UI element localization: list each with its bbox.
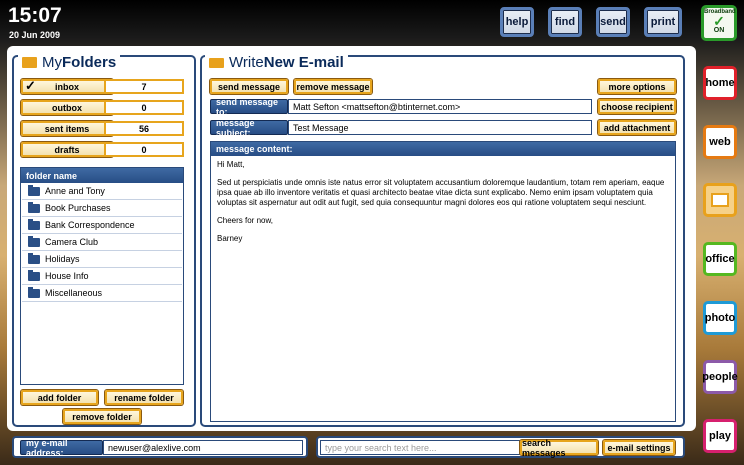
folder-icon (28, 286, 40, 298)
sent-count: 56 (104, 121, 184, 136)
rename-folder-button[interactable]: rename folder (105, 390, 183, 405)
subject-field[interactable]: Test Message (288, 120, 592, 135)
outbox-count: 0 (104, 100, 184, 115)
folder-icon (22, 57, 37, 68)
remove-folder-button[interactable]: remove folder (63, 409, 141, 424)
folder-item-label: Anne and Tony (45, 186, 105, 196)
nav-home-button[interactable]: home (703, 66, 737, 100)
nav-photo-button[interactable]: photo (703, 301, 737, 335)
more-options-button[interactable]: more options (598, 79, 676, 94)
folders-title-prefix: My (42, 54, 62, 71)
folder-item[interactable]: Camera Club (22, 234, 182, 251)
clock-date: 20 Jun 2009 (9, 30, 61, 40)
folder-icon (28, 252, 40, 264)
broadband-status[interactable]: Broadband ✓ ON (701, 5, 737, 41)
compose-title: New E-mail (263, 54, 344, 71)
folder-icon (28, 269, 40, 281)
add-folder-button[interactable]: add folder (21, 390, 98, 405)
folder-icon (28, 235, 40, 247)
email-address-label: my e-mail address: (20, 438, 103, 458)
broadband-state: ON (713, 27, 725, 34)
nav-play-button[interactable]: play (703, 419, 737, 453)
email-address-field: newuser@alexlive.com (103, 440, 303, 455)
folder-icon (28, 184, 40, 196)
folder-drafts-button[interactable]: drafts (21, 142, 113, 157)
folder-item[interactable]: Miscellaneous (22, 285, 182, 302)
folder-item-label: Camera Club (45, 237, 99, 247)
compose-title-prefix: Write (229, 54, 264, 71)
folder-item[interactable]: Holidays (22, 251, 182, 268)
message-closing: Cheers for now, (217, 216, 274, 225)
checkmark-icon: ✓ (25, 78, 36, 93)
folder-item-label: House Info (45, 271, 89, 281)
nav-people-button[interactable]: people (702, 360, 738, 394)
add-attachment-button[interactable]: add attachment (598, 120, 676, 135)
message-signature: Barney (217, 234, 243, 243)
send-button[interactable]: send (596, 7, 630, 37)
folder-inbox-label: inbox (55, 81, 79, 92)
folder-icon (28, 201, 40, 213)
folder-item-label: Book Purchases (45, 203, 111, 213)
folder-item[interactable]: House Info (22, 268, 182, 285)
to-field[interactable]: Matt Sefton <mattsefton@btinternet.com> (288, 99, 592, 114)
folder-item[interactable]: Book Purchases (22, 200, 182, 217)
compose-header: Write New E-mail (205, 54, 348, 71)
message-body[interactable]: Hi Matt, Sed ut perspiciatis unde omnis … (211, 156, 675, 248)
message-greeting: Hi Matt, (217, 160, 245, 169)
message-content-label: message content: (211, 142, 675, 156)
clock-time: 15:07 (8, 4, 62, 27)
subject-label: message subject: (210, 118, 288, 138)
help-button[interactable]: help (500, 7, 534, 37)
check-icon: ✓ (713, 13, 725, 29)
search-input[interactable]: type your search text here... (320, 440, 520, 455)
to-label: send message to: (210, 97, 288, 117)
folder-item-label: Bank Correspondence (45, 220, 135, 230)
inbox-count: 7 (104, 79, 184, 94)
folder-inbox-button[interactable]: ✓ inbox (21, 78, 113, 94)
choose-recipient-button[interactable]: choose recipient (598, 99, 676, 114)
find-button[interactable]: find (548, 7, 582, 37)
folder-item[interactable]: Bank Correspondence (22, 217, 182, 234)
message-content-area[interactable]: message content: Hi Matt, Sed ut perspic… (210, 141, 676, 422)
search-messages-button[interactable]: search messages (520, 438, 598, 458)
send-message-button[interactable]: send message (210, 79, 288, 94)
nav-office-button[interactable]: office (703, 242, 737, 276)
folders-title: Folders (62, 54, 117, 71)
folder-item-label: Miscellaneous (45, 288, 103, 298)
folder-item-label: Holidays (45, 254, 80, 264)
folder-icon (28, 218, 40, 230)
nav-email-button[interactable] (703, 183, 737, 217)
drafts-count: 0 (104, 142, 184, 157)
print-button[interactable]: print (644, 7, 682, 37)
envelope-icon (711, 193, 729, 207)
email-settings-button[interactable]: e-mail settings (603, 440, 675, 455)
folder-list-header: folder name (21, 168, 183, 183)
folder-item[interactable]: Anne and Tony (22, 183, 182, 200)
envelope-icon (209, 57, 224, 68)
folders-header: My Folders (18, 54, 121, 71)
nav-web-button[interactable]: web (703, 125, 737, 159)
folder-list: folder name Anne and Tony Book Purchases… (20, 167, 184, 385)
folder-sent-button[interactable]: sent items (21, 121, 113, 136)
folder-outbox-button[interactable]: outbox (21, 100, 113, 115)
remove-message-button[interactable]: remove message (294, 79, 372, 94)
message-paragraph: Sed ut perspiciatis unde omnis iste natu… (217, 178, 665, 207)
